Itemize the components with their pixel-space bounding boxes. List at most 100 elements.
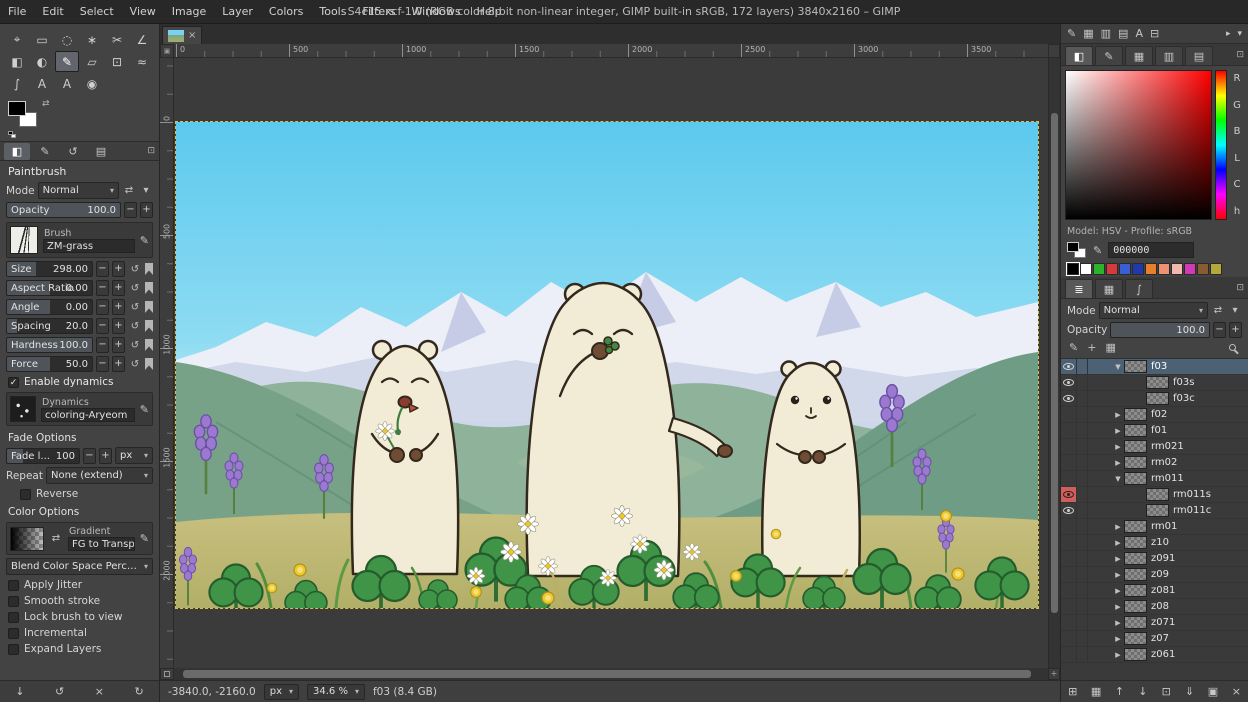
restore-tool-preset-button[interactable]: ↺ [50,685,70,698]
zoom-follow-toggle[interactable] [1048,44,1060,58]
edit-dynamics-icon[interactable]: ✎ [140,403,149,416]
undo-history-tab[interactable]: ↺ [60,143,86,160]
angle-reset-button[interactable]: ↺ [128,299,142,315]
palette-swatch-8[interactable] [1171,263,1183,275]
dynamics-selector[interactable]: Dynamics coloring-Aryeom ✎ [6,392,153,426]
incremental-checkbox[interactable] [8,628,19,639]
channel-r-button[interactable]: R [1230,73,1244,84]
tab-scroll-right-icon[interactable]: ▸ [1226,29,1231,39]
layer-row-f03c[interactable]: f03c [1061,391,1248,407]
menu-edit[interactable]: Edit [34,0,71,23]
palette-swatch-7[interactable] [1158,263,1170,275]
mode-menu-icon[interactable]: ▾ [139,183,153,199]
expand-layers-checkbox[interactable] [8,644,19,655]
patterns-dock-icon[interactable]: ▦ [1083,27,1093,40]
dynamics-name-field[interactable]: coloring-Aryeom [41,408,135,422]
device-status-tab[interactable]: ✎ [32,143,58,160]
dock-menu-icon[interactable]: ▾ [1237,29,1242,39]
toggle-smooth-stroke[interactable]: Smooth stroke [8,595,151,607]
brush-name-field[interactable]: ZM-grass [43,239,135,253]
new-group-button[interactable]: ▦ [1086,685,1106,698]
unit-dropdown[interactable]: px ▾ [264,684,299,700]
menu-colors[interactable]: Colors [261,0,311,23]
layers-tab[interactable]: ≣ [1065,279,1093,298]
force-reset-button[interactable]: ↺ [128,356,142,372]
layer-row-z091[interactable]: ▶z091 [1061,551,1248,567]
spacing-decrease-button[interactable]: − [96,318,109,334]
layer-expander-icon[interactable]: ▶ [1112,635,1124,643]
layer-row-z071[interactable]: ▶z071 [1061,615,1248,631]
gradient-tool[interactable]: ◐ [30,51,54,72]
layer-expander-icon[interactable]: ▶ [1112,539,1124,547]
layer-expander-icon[interactable]: ▼ [1112,363,1124,371]
vertical-ruler[interactable]: 0500100015002000 [160,58,174,668]
brush-selector[interactable]: Brush ZM-grass ✎ [6,222,153,258]
edit-color-icon[interactable]: ✎ [1093,244,1102,257]
patterns-tab[interactable]: ▦ [1125,46,1153,65]
layer-expander-icon[interactable]: ▶ [1112,555,1124,563]
layer-row-z061[interactable]: ▶z061 [1061,647,1248,663]
force-slider[interactable]: Force50.0 [6,356,93,372]
raise-layer-button[interactable]: ↑ [1109,685,1129,698]
delete-layer-button[interactable]: × [1226,685,1246,698]
layer-visibility-toggle[interactable] [1061,615,1077,630]
fonts-dock-icon[interactable]: A [1135,27,1143,40]
force-decrease-button[interactable]: − [96,356,109,372]
palette-swatch-6[interactable] [1145,263,1157,275]
layer-link-cell[interactable] [1077,375,1088,390]
layer-row-rm011[interactable]: ▼rm011 [1061,471,1248,487]
layer-link-cell[interactable] [1077,423,1088,438]
menu-image[interactable]: Image [164,0,214,23]
toggle-incremental[interactable]: Incremental [8,627,151,639]
layer-link-cell[interactable] [1077,567,1088,582]
palette-swatch-0[interactable] [1067,263,1079,275]
size-increase-button[interactable]: + [112,261,125,277]
enable-dynamics-row[interactable]: ✓ Enable dynamics [8,376,151,388]
enable-dynamics-checkbox[interactable]: ✓ [8,377,19,388]
eraser-tool[interactable]: ▱ [80,51,104,72]
channel-h-button[interactable]: h [1230,206,1244,217]
layer-row-z10[interactable]: ▶z10 [1061,535,1248,551]
dialog-menu-icon[interactable]: ⊡ [1236,45,1244,65]
reverse-row[interactable]: Reverse [20,488,151,500]
size-link-toggle[interactable] [145,263,153,275]
zoom-tool[interactable]: ◉ [80,73,104,94]
layer-visibility-toggle[interactable] [1061,455,1077,470]
image-tab[interactable]: × [162,26,202,44]
toggle-expand-layers[interactable]: Expand Layers [8,643,151,655]
layer-link-cell[interactable] [1077,615,1088,630]
free-select-tool[interactable]: ◌ [55,29,79,50]
paintbrush-tool[interactable]: ✎ [55,51,79,72]
palette-swatch-4[interactable] [1119,263,1131,275]
edit-gradient-icon[interactable]: ✎ [140,532,149,545]
palette-swatch-2[interactable] [1093,263,1105,275]
layer-visibility-toggle[interactable] [1061,551,1077,566]
gradients-tab[interactable]: ▥ [1155,46,1183,65]
duplicate-layer-button[interactable]: ⊡ [1156,685,1176,698]
fade-increase-button[interactable]: + [99,448,112,464]
layer-row-rm021[interactable]: ▶rm021 [1061,439,1248,455]
layer-visibility-toggle[interactable] [1061,535,1077,550]
channel-c-button[interactable]: C [1230,179,1244,190]
layer-link-cell[interactable] [1077,407,1088,422]
lock-pixels-icon[interactable]: ✎ [1069,341,1078,354]
layer-row-z081[interactable]: ▶z081 [1061,583,1248,599]
smooth-stroke-checkbox[interactable] [8,596,19,607]
layer-expander-icon[interactable]: ▼ [1112,475,1124,483]
save-tool-preset-button[interactable]: ↓ [10,685,30,698]
layer-link-cell[interactable] [1077,599,1088,614]
layer-link-cell[interactable] [1077,359,1088,374]
fuzzy-select-tool[interactable]: ∗ [80,29,104,50]
layer-link-cell[interactable] [1077,487,1088,502]
opacity-increase-button[interactable]: + [140,202,153,218]
fade-length-slider[interactable]: Fade l... 100 [6,448,80,464]
paint-mode-dropdown[interactable]: Normal ▾ [38,182,119,199]
vertical-scrollbar[interactable] [1048,58,1060,668]
menu-filters[interactable]: Filters [354,0,403,23]
layer-link-cell[interactable] [1077,551,1088,566]
layer-row-z07[interactable]: ▶z07 [1061,631,1248,647]
spacing-reset-button[interactable]: ↺ [128,318,142,334]
palettes-tab[interactable]: ▤ [1185,46,1213,65]
horizontal-scrollbar-thumb[interactable] [183,670,1031,678]
menu-view[interactable]: View [122,0,164,23]
